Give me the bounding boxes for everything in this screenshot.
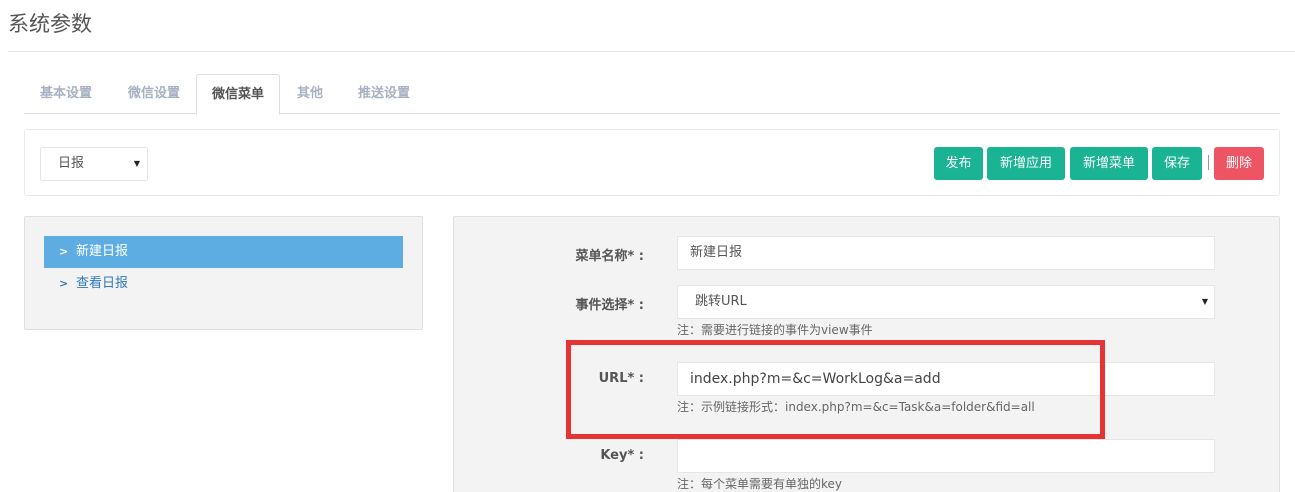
menu-form-panel: 菜单名称* : 新建日报 事件选择* : 跳转URL ▼ 注：需要进行链接的事件…: [453, 216, 1280, 492]
menu-tree-panel: > 新建日报 > 查看日报: [24, 216, 423, 330]
add-app-button[interactable]: 新增应用: [987, 147, 1065, 180]
page-title: 系统参数: [8, 12, 92, 36]
caret-down-icon: ▼: [1201, 297, 1208, 306]
tab-wechat-settings[interactable]: 微信设置: [112, 74, 196, 114]
chevron-right-icon: >: [59, 277, 69, 290]
menu-toolbar: 日报 ▼ 发布 新增应用 新增菜单 保存 删除: [24, 129, 1280, 196]
key-label: Key* :: [600, 448, 644, 463]
chevron-right-icon: >: [59, 245, 69, 258]
key-help-text: 注：每个菜单需要有单独的key: [677, 477, 843, 491]
title-divider: [8, 51, 1295, 52]
publish-button[interactable]: 发布: [934, 147, 983, 180]
delete-button[interactable]: 删除: [1214, 147, 1264, 180]
tab-other[interactable]: 其他: [288, 74, 332, 114]
event-select-label: 事件选择* :: [575, 298, 644, 313]
settings-tabs: 基本设置 微信设置 微信菜单 其他 推送设置: [24, 74, 1280, 115]
tab-basic-settings[interactable]: 基本设置: [24, 74, 108, 114]
event-help-text: 注：需要进行链接的事件为view事件: [677, 323, 873, 337]
tab-wechat-menu[interactable]: 微信菜单: [196, 74, 280, 115]
key-input[interactable]: [677, 439, 1215, 473]
menu-select[interactable]: 日报 ▼: [40, 147, 148, 181]
menu-name-input[interactable]: 新建日报: [677, 236, 1215, 270]
url-input[interactable]: index.php?m=&c=WorkLog&a=add: [677, 362, 1215, 396]
menu-tree-item-label: 新建日报: [76, 244, 129, 259]
event-select-value: 跳转URL: [695, 294, 747, 309]
add-menu-button[interactable]: 新增菜单: [1070, 147, 1148, 180]
save-button[interactable]: 保存: [1152, 147, 1202, 180]
menu-name-label: 菜单名称* :: [575, 249, 644, 264]
menu-tree-item-view-report[interactable]: > 查看日报: [44, 268, 403, 300]
menu-select-value: 日报: [58, 156, 85, 171]
url-help-text: 注：示例链接形式：index.php?m=&c=Task&a=folder&fi…: [677, 400, 1035, 414]
event-select[interactable]: 跳转URL ▼: [677, 285, 1215, 319]
url-label: URL* :: [598, 371, 644, 386]
tab-push-settings[interactable]: 推送设置: [342, 74, 426, 114]
caret-down-icon: ▼: [133, 159, 140, 168]
menu-tree-item-new-report[interactable]: > 新建日报: [44, 236, 403, 268]
menu-tree-item-label: 查看日报: [76, 276, 129, 291]
toolbar-divider: [1208, 155, 1209, 170]
